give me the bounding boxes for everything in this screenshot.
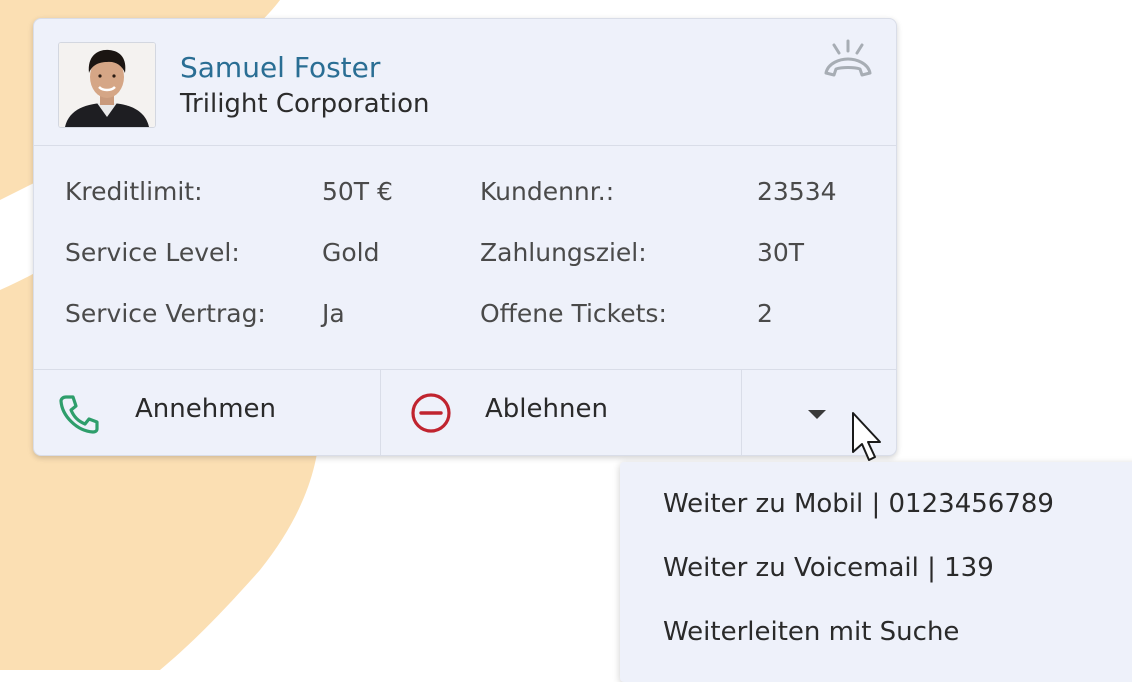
detail-value-offene-tickets: 2 bbox=[757, 299, 773, 328]
menu-item-forward-voicemail[interactable]: Weiter zu Voicemail | 139 bbox=[620, 539, 1132, 599]
detail-value-kundennr: 23534 bbox=[757, 177, 837, 206]
incoming-call-card: Samuel Foster Trilight Corporation Kredi… bbox=[33, 18, 897, 456]
person-photo-icon bbox=[59, 43, 155, 127]
phone-icon bbox=[58, 392, 100, 434]
reject-call-button[interactable]: Ablehnen bbox=[381, 370, 742, 455]
phone-hangup-ringing-icon bbox=[820, 39, 876, 83]
reject-call-label: Ablehnen bbox=[485, 394, 608, 424]
detail-label-zahlungsziel: Zahlungsziel: bbox=[480, 238, 647, 267]
menu-item-label: Weiter zu Mobil | 0123456789 bbox=[663, 489, 1054, 519]
detail-value-service-vertrag: Ja bbox=[322, 299, 345, 328]
forward-options-menu: Weiter zu Mobil | 0123456789 Weiter zu V… bbox=[620, 462, 1132, 682]
card-header: Samuel Foster Trilight Corporation bbox=[34, 19, 896, 146]
menu-item-forward-search[interactable]: Weiterleiten mit Suche bbox=[620, 603, 1132, 663]
detail-label-kreditlimit: Kreditlimit: bbox=[65, 177, 203, 206]
menu-item-label: Weiter zu Voicemail | 139 bbox=[663, 553, 994, 583]
minus-circle-icon bbox=[410, 392, 452, 434]
customer-details: Kreditlimit: 50T € Service Level: Gold S… bbox=[34, 146, 896, 369]
detail-value-zahlungsziel: 30T bbox=[757, 238, 805, 267]
menu-item-forward-mobile[interactable]: Weiter zu Mobil | 0123456789 bbox=[620, 475, 1132, 535]
accept-call-label: Annehmen bbox=[135, 394, 277, 424]
caret-down-icon bbox=[796, 394, 838, 436]
detail-label-service-level: Service Level: bbox=[65, 238, 240, 267]
contact-name: Samuel Foster bbox=[180, 51, 381, 84]
detail-label-service-vertrag: Service Vertrag: bbox=[65, 299, 266, 328]
detail-label-offene-tickets: Offene Tickets: bbox=[480, 299, 667, 328]
call-actions: Annehmen Ablehnen bbox=[34, 369, 896, 455]
contact-company: Trilight Corporation bbox=[180, 89, 430, 119]
menu-item-label: Weiterleiten mit Suche bbox=[663, 617, 960, 647]
detail-value-kreditlimit: 50T € bbox=[322, 177, 393, 206]
detail-label-kundennr: Kundennr.: bbox=[480, 177, 615, 206]
accept-call-button[interactable]: Annehmen bbox=[34, 370, 381, 455]
detail-value-service-level: Gold bbox=[322, 238, 380, 267]
avatar bbox=[58, 42, 156, 128]
mouse-pointer-icon bbox=[850, 410, 890, 466]
